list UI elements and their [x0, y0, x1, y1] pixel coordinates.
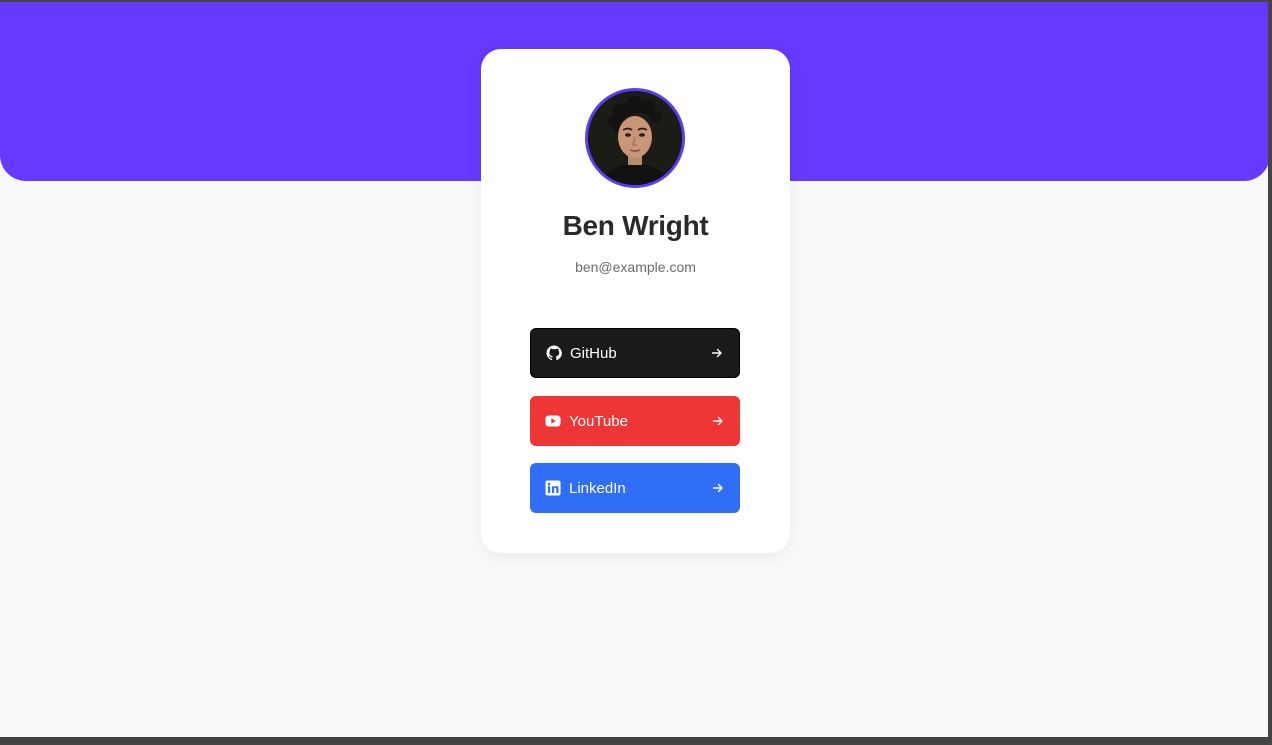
profile-name: Ben Wright [562, 210, 709, 241]
window-edge [1268, 130, 1272, 745]
arrow-right-icon [711, 347, 723, 359]
avatar-photo [588, 91, 682, 185]
avatar [585, 88, 685, 188]
github-label: GitHub [570, 344, 617, 362]
github-icon [546, 345, 562, 361]
profile-email: ben@example.com [575, 259, 696, 275]
arrow-right-icon [712, 482, 724, 494]
arrow-right-icon [712, 415, 724, 427]
youtube-icon [545, 413, 561, 429]
youtube-link-button[interactable]: YouTube [530, 396, 740, 446]
linkedin-label: LinkedIn [569, 479, 626, 497]
github-link-button[interactable]: GitHub [530, 328, 740, 378]
youtube-label: YouTube [569, 412, 628, 430]
linkedin-link-button[interactable]: LinkedIn [530, 463, 740, 513]
page-viewport: Ben Wright ben@example.com GitHub YouTub… [0, 2, 1268, 737]
linkedin-icon [545, 480, 561, 496]
profile-card: Ben Wright ben@example.com GitHub YouTub… [481, 49, 790, 553]
